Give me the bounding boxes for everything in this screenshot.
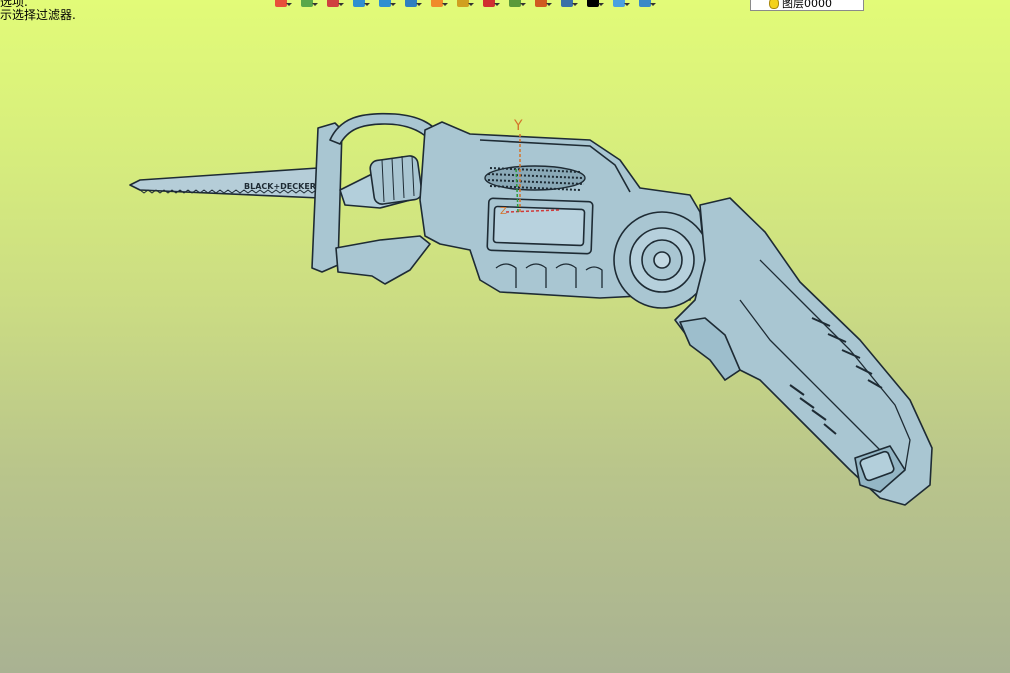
axis-y-label: Y — [513, 118, 523, 134]
reciprocating-saw-model[interactable]: BLACK+DECKER — [129, 112, 933, 506]
front-lower-body — [335, 235, 431, 285]
axis-z-label: Z — [500, 206, 507, 217]
motor-disc-hub — [653, 251, 671, 269]
3d-viewport[interactable]: BLACK+DECKER Y Z — [0, 0, 1010, 673]
chuck-collar — [369, 155, 423, 205]
blade-label: BLACK+DECKER — [244, 182, 316, 191]
top-loop — [329, 112, 441, 145]
